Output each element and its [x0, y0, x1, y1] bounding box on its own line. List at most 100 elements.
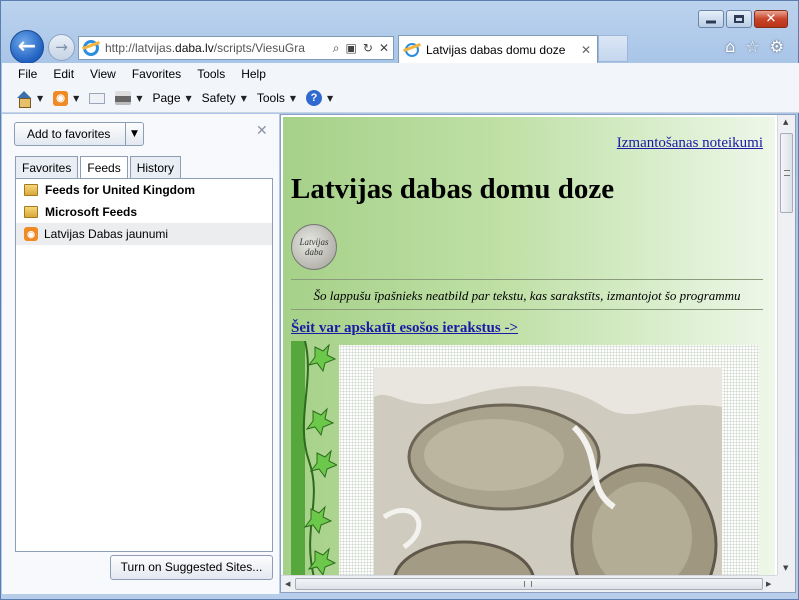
menu-bar: File Edit View Favorites Tools Help — [2, 63, 799, 85]
disclaimer-text: Šo lappušu īpašnieks neatbild par tekstu… — [313, 288, 741, 303]
menu-favorites[interactable]: Favorites — [132, 67, 181, 81]
maximize-button[interactable] — [726, 10, 752, 28]
print-icon — [115, 91, 132, 105]
chevron-down-icon: ▼ — [136, 93, 143, 103]
site-logo: Latvijas daba — [291, 224, 337, 270]
list-item-label: Feeds for United Kingdom — [45, 183, 195, 197]
fossil-photo — [374, 367, 722, 575]
logo-text-line-1: Latvijas — [299, 237, 329, 247]
chevron-down-icon: ▼ — [185, 93, 192, 103]
add-to-favorites-label: Add to favorites — [27, 127, 111, 141]
home-icon — [16, 90, 32, 108]
read-mail-button[interactable] — [89, 92, 106, 104]
grip-icon — [524, 581, 532, 587]
scroll-left-icon[interactable]: ◀ — [285, 580, 290, 588]
toolbars: File Edit View Favorites Tools Help ▼ ◉ ▼… — [2, 63, 799, 113]
divider — [291, 279, 763, 280]
help-icon: ? — [306, 90, 323, 106]
tab-history[interactable]: History — [129, 156, 182, 179]
url-suffix: /scripts/ViesuGra — [213, 41, 305, 55]
close-pane-icon[interactable]: ✕ — [256, 123, 268, 139]
forward-button[interactable]: → — [48, 34, 75, 61]
ie-tab-icon — [405, 42, 419, 57]
add-to-favorites-button[interactable]: Add to favorites ▼ — [14, 122, 144, 146]
gear-icon[interactable]: ⚙ — [770, 37, 784, 56]
scroll-down-icon[interactable]: ▼ — [783, 564, 788, 572]
home-button[interactable]: ▼ — [16, 90, 44, 108]
folder-icon — [24, 206, 38, 218]
rss-icon: ◉ — [24, 227, 38, 241]
menu-help[interactable]: Help — [241, 67, 266, 81]
scroll-thumb[interactable] — [780, 133, 793, 213]
address-bar[interactable]: http://latvijas.daba.lv/scripts/ViesuGra… — [78, 36, 394, 60]
safety-menu-button[interactable]: Safety ▼ — [202, 91, 247, 105]
tab-feeds[interactable]: Feeds — [80, 156, 128, 180]
terms-link[interactable]: Izmantošanas noteikumi — [617, 135, 763, 152]
command-bar: ▼ ◉ ▼ ▼ Page ▼ Safety ▼ Tools ▼ ? ▼ — [2, 85, 799, 111]
menu-edit[interactable]: Edit — [53, 67, 74, 81]
chevron-down-icon: ▼ — [37, 93, 44, 103]
refresh-icon[interactable]: ↻ — [363, 41, 373, 56]
favorites-star-icon[interactable]: ☆ — [745, 37, 759, 56]
chevron-down-icon: ▼ — [289, 93, 297, 103]
back-button[interactable]: ← — [10, 30, 44, 64]
feeds-list: Feeds for United Kingdom Microsoft Feeds… — [15, 178, 273, 552]
safety-menu-label: Safety — [201, 91, 236, 105]
list-item[interactable]: Feeds for United Kingdom — [16, 179, 272, 201]
horizontal-scrollbar[interactable]: ◀ ▶ — [281, 575, 777, 592]
grip-icon — [784, 170, 790, 176]
photo-frame — [339, 345, 759, 575]
stop-icon[interactable]: ✕ — [379, 41, 389, 56]
close-icon: ✕ — [765, 11, 777, 27]
chevron-down-icon[interactable]: ▼ — [125, 123, 143, 145]
tools-menu-button[interactable]: Tools ▼ — [257, 91, 296, 105]
new-tab-button[interactable] — [598, 35, 628, 62]
menu-view[interactable]: View — [90, 67, 116, 81]
close-window-button[interactable]: ✕ — [754, 10, 788, 28]
vertical-scrollbar[interactable]: ▲ ▼ — [777, 115, 795, 575]
compatibility-view-icon[interactable]: ▣ — [346, 41, 357, 56]
address-url[interactable]: http://latvijas.daba.lv/scripts/ViesuGra — [105, 41, 305, 55]
help-button[interactable]: ? ▼ — [306, 90, 333, 106]
fossil-image — [374, 367, 722, 575]
feeds-button[interactable]: ◉ ▼ — [53, 90, 80, 106]
archive-link[interactable]: Šeit var apskatīt esošos ierakstus -> — [291, 320, 518, 337]
chevron-down-icon: ▼ — [73, 93, 80, 103]
page-menu-button[interactable]: Page ▼ — [152, 91, 191, 105]
tab-title: Latvijas dabas domu doze — [426, 42, 566, 57]
list-item[interactable]: Microsoft Feeds — [16, 201, 272, 223]
minimize-button[interactable] — [698, 10, 724, 28]
scroll-right-icon[interactable]: ▶ — [766, 580, 771, 588]
tab-favorites[interactable]: Favorites — [15, 156, 79, 179]
back-arrow-icon: ← — [17, 34, 37, 59]
maximize-icon — [734, 15, 744, 23]
forward-arrow-icon: → — [55, 38, 68, 56]
scrollbar-corner — [777, 575, 795, 592]
search-icon[interactable]: ⌕ — [333, 41, 340, 56]
tab-latvijas-dabas[interactable]: Latvijas dabas domu doze ✕ — [398, 35, 598, 63]
caption-buttons: ✕ — [698, 10, 788, 28]
ivy-vine-image — [291, 341, 337, 575]
menu-file[interactable]: File — [18, 67, 37, 81]
menu-tools[interactable]: Tools — [197, 67, 225, 81]
print-button[interactable]: ▼ — [115, 91, 142, 105]
address-bar-actions: ⌕ ▣ ↻ ✕ — [333, 41, 393, 56]
browser-window: ✕ ← → http://latvijas.daba.lv/scripts/Vi… — [0, 0, 799, 600]
list-item-label: Latvijas Dabas jaunumi — [44, 227, 169, 241]
web-content: Izmantošanas noteikumi Latvijas dabas do… — [280, 114, 796, 593]
rss-icon: ◉ — [53, 90, 69, 106]
scroll-up-icon[interactable]: ▲ — [783, 118, 788, 126]
minimize-icon — [706, 20, 716, 24]
url-domain: daba.lv — [175, 41, 214, 55]
tab-close-icon[interactable]: ✕ — [581, 43, 591, 57]
chevron-down-icon: ▼ — [240, 93, 247, 103]
browser-right-icons: ⌂ ☆ ⚙ — [725, 37, 784, 56]
chevron-down-icon: ▼ — [327, 93, 334, 103]
scroll-thumb[interactable] — [295, 578, 763, 590]
list-item-label: Microsoft Feeds — [45, 205, 138, 219]
url-prefix: http://latvijas. — [105, 41, 176, 55]
ie-page-icon — [83, 40, 99, 56]
home-icon[interactable]: ⌂ — [725, 37, 735, 56]
list-item[interactable]: ◉ Latvijas Dabas jaunumi — [16, 223, 272, 245]
suggested-sites-button[interactable]: Turn on Suggested Sites... — [110, 555, 273, 580]
